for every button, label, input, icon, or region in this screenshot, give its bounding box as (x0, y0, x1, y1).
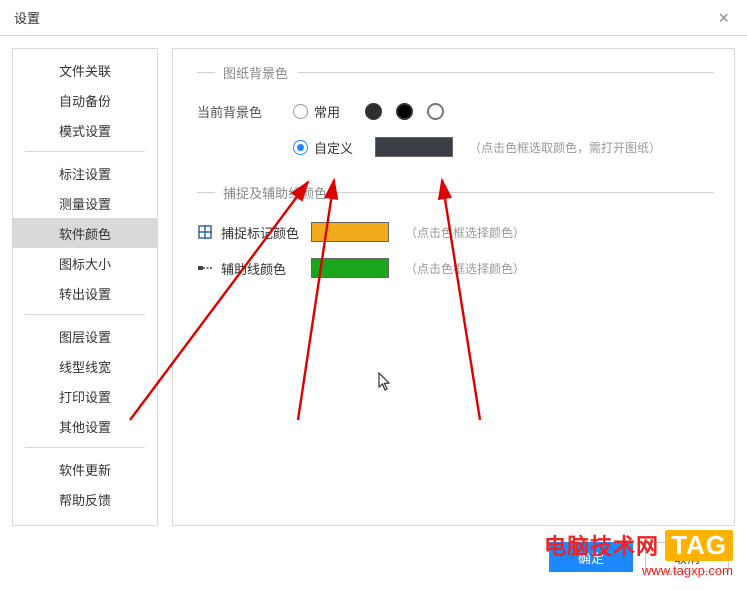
snap-marker-icon (197, 224, 213, 240)
label-current-bg: 当前背景色 (197, 102, 293, 121)
preset-color-1[interactable] (365, 103, 382, 120)
sidebar-item[interactable]: 软件更新 (13, 454, 157, 484)
guide-line-swatch[interactable] (311, 258, 389, 278)
sidebar-item[interactable]: 线型线宽 (13, 351, 157, 381)
sidebar-item[interactable]: 测量设置 (13, 188, 157, 218)
section-legend: 捕捉及辅助线颜色 (197, 183, 714, 202)
snap-marker-hint: （点击色框选择颜色） (405, 224, 525, 241)
preset-color-2[interactable] (396, 103, 413, 120)
section-bg-color: 图纸背景色 当前背景色 常用 自定义 （点击色框选取颜色，需打开图纸） (197, 63, 714, 157)
sidebar-item[interactable]: 文件关联 (13, 55, 157, 85)
sidebar-item[interactable]: 自动备份 (13, 85, 157, 115)
title-bar: 设置 × (0, 0, 747, 36)
label-guide-line: 辅助线颜色 (221, 259, 307, 278)
radio-custom[interactable] (293, 140, 308, 155)
sidebar-item[interactable]: 图层设置 (13, 321, 157, 351)
row-snap-marker: 捕捉标记颜色 （点击色框选择颜色） (197, 222, 714, 242)
radio-common[interactable] (293, 104, 308, 119)
cancel-button[interactable]: 取消 (645, 542, 729, 572)
custom-color-swatch[interactable] (375, 137, 453, 157)
main-area: 文件关联自动备份模式设置标注设置测量设置软件颜色图标大小转出设置图层设置线型线宽… (0, 36, 747, 526)
section-snap-guide: 捕捉及辅助线颜色 捕捉标记颜色 （点击色框选择颜色） (197, 183, 714, 278)
sidebar-item[interactable]: 其他设置 (13, 411, 157, 441)
guide-line-hint: （点击色框选择颜色） (405, 260, 525, 277)
dialog-buttons: 确定 取消 (549, 542, 729, 572)
sidebar-item[interactable]: 模式设置 (13, 115, 157, 145)
guide-line-icon (197, 260, 213, 276)
legend-text: 捕捉及辅助线颜色 (223, 183, 327, 202)
label-common: 常用 (314, 102, 340, 121)
settings-content: 图纸背景色 当前背景色 常用 自定义 （点击色框选取颜色，需打开图纸） (172, 48, 735, 526)
snap-marker-swatch[interactable] (311, 222, 389, 242)
sidebar-item[interactable]: 帮助反馈 (13, 484, 157, 514)
preset-color-empty[interactable] (427, 103, 444, 120)
custom-hint: （点击色框选取颜色，需打开图纸） (469, 139, 661, 156)
sidebar-item[interactable]: 图标大小 (13, 248, 157, 278)
section-legend: 图纸背景色 (197, 63, 714, 82)
label-snap-marker: 捕捉标记颜色 (221, 223, 307, 242)
sidebar-item[interactable]: 标注设置 (13, 158, 157, 188)
label-custom: 自定义 (314, 138, 353, 157)
window-title: 设置 (14, 8, 40, 27)
sidebar-item[interactable]: 打印设置 (13, 381, 157, 411)
close-icon[interactable]: × (714, 5, 733, 31)
row-current-bg: 当前背景色 常用 (197, 102, 714, 121)
ok-button[interactable]: 确定 (549, 542, 633, 572)
sidebar-item[interactable]: 转出设置 (13, 278, 157, 308)
row-guide-line: 辅助线颜色 （点击色框选择颜色） (197, 258, 714, 278)
settings-sidebar: 文件关联自动备份模式设置标注设置测量设置软件颜色图标大小转出设置图层设置线型线宽… (12, 48, 158, 526)
legend-text: 图纸背景色 (223, 63, 288, 82)
row-custom-bg: 自定义 （点击色框选取颜色，需打开图纸） (197, 137, 714, 157)
sidebar-item[interactable]: 软件颜色 (13, 218, 157, 248)
